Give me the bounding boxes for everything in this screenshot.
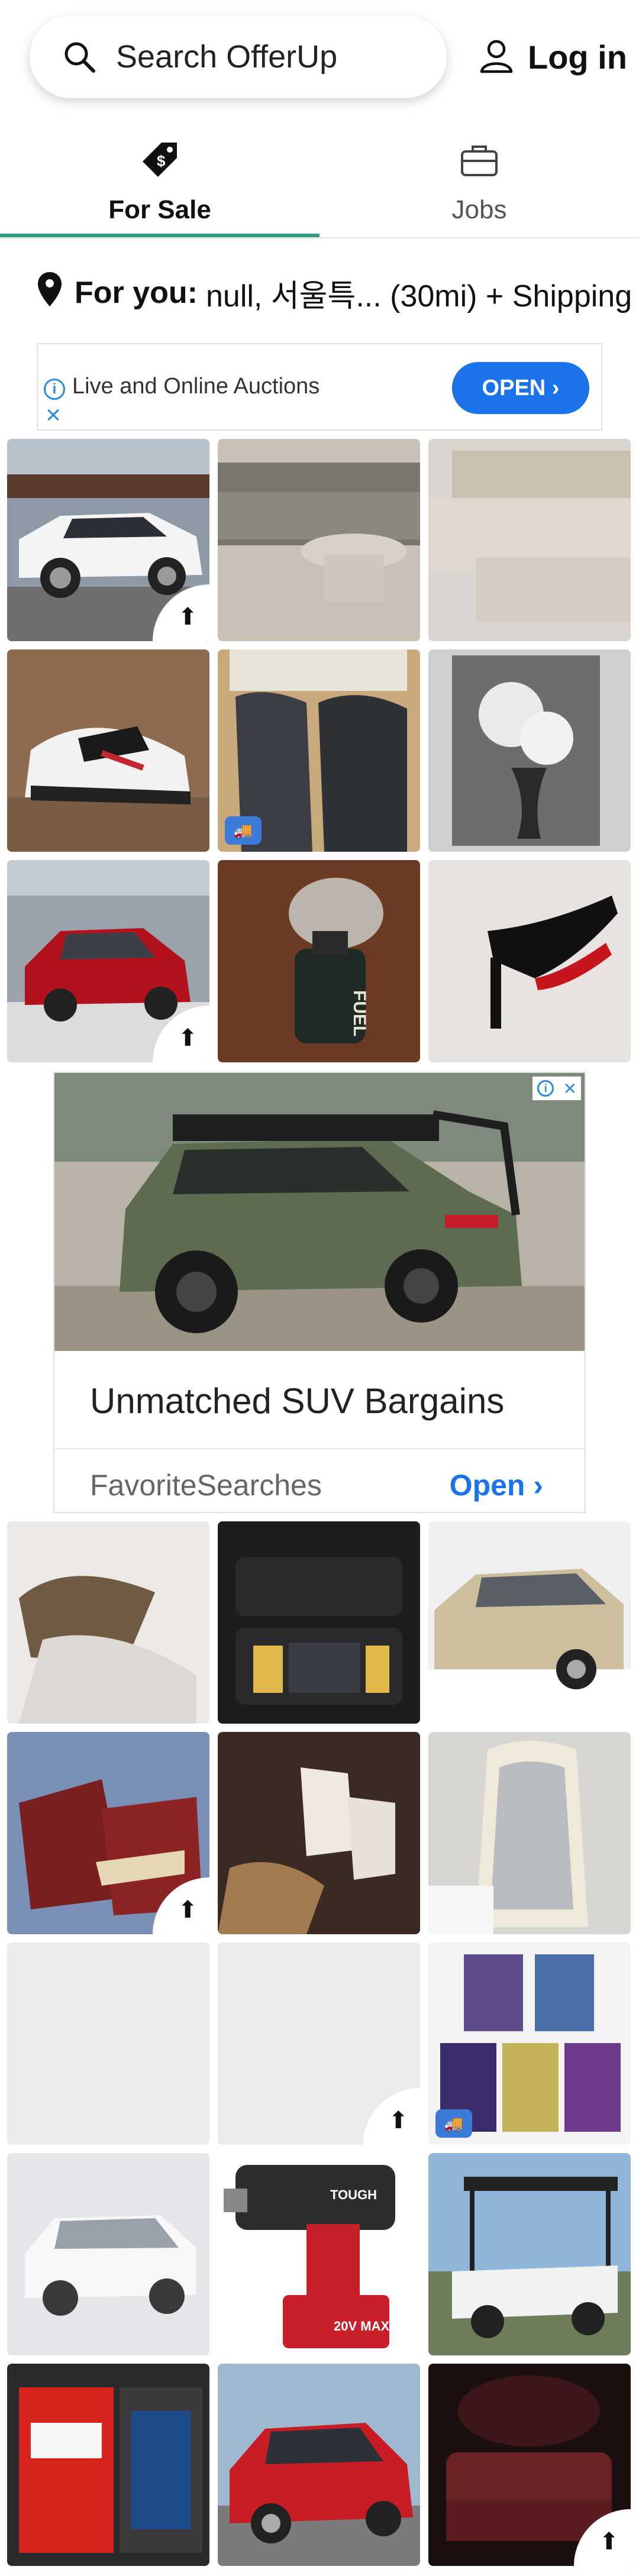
ad-choices[interactable]: i ×: [532, 1077, 581, 1100]
bump-badge: ⬆: [363, 2088, 420, 2145]
bump-arrow-icon: ⬆: [178, 1025, 198, 1051]
listing-card-funko-pops[interactable]: 🚚: [428, 1942, 631, 2145]
listing-photo: [428, 1521, 631, 1724]
tab-label: For Sale: [108, 195, 211, 224]
listing-photo: [218, 1521, 420, 1724]
listing-card-red-sofa[interactable]: ⬆: [428, 2364, 631, 2566]
svg-text:$: $: [157, 152, 166, 170]
ad-info-icon[interactable]: i: [537, 1080, 554, 1097]
listing-photo: [7, 649, 209, 852]
listing-photo: [218, 1732, 420, 1934]
listing-photo: [428, 649, 631, 852]
ad-title: Live and Online Auctions: [72, 374, 320, 399]
login-button[interactable]: Log in: [478, 33, 627, 80]
listing-photo: [428, 860, 631, 1062]
listing-card-switch-case[interactable]: [218, 1521, 420, 1724]
ad-open-button[interactable]: Open ›: [450, 1468, 543, 1502]
listing-card-beige-sectional[interactable]: [428, 439, 631, 641]
location-selector[interactable]: For you: null, 서울특... (30mi) + Shipping: [37, 269, 632, 316]
listing-photo: [218, 2153, 420, 2355]
listing-card-impact-wrench[interactable]: TOUGH 20V MAX: [218, 2153, 420, 2355]
listing-card-vase-art[interactable]: [428, 649, 631, 852]
listing-card-ornate-mirror[interactable]: [428, 1732, 631, 1934]
location-pin-icon: [37, 271, 63, 315]
ad-advertiser: FavoriteSearches: [90, 1469, 322, 1502]
listing-card-red-sedan[interactable]: [218, 2364, 420, 2566]
banner-ad[interactable]: i Live and Online Auctions × OPEN ›: [37, 343, 602, 431]
listing-card-sectional-couch[interactable]: [218, 439, 420, 641]
listing-photo: [428, 2153, 631, 2355]
listing-card-sandals[interactable]: ⬆: [7, 1732, 209, 1934]
ad-close-icon[interactable]: ×: [564, 1078, 576, 1099]
listing-card-sneakers[interactable]: [7, 649, 209, 852]
listing-photo: [7, 2153, 209, 2355]
listing-card-golf-cart[interactable]: [428, 2153, 631, 2355]
app-header: Search OfferUp Log in: [0, 0, 639, 118]
location-label: For you:: [75, 276, 198, 310]
category-tabs: $ For Sale Jobs: [0, 130, 639, 238]
listing-photo: [218, 860, 420, 1062]
listing-card-gold-car[interactable]: [428, 1521, 631, 1724]
ad-close-icon[interactable]: ×: [41, 402, 65, 428]
login-label: Log in: [528, 38, 627, 76]
listing-card-white-boots[interactable]: [218, 1732, 420, 1934]
bump-arrow-icon: ⬆: [178, 1897, 198, 1923]
bump-arrow-icon: ⬆: [178, 604, 198, 630]
bump-arrow-icon: ⬆: [388, 2108, 408, 2134]
drill-brand-label: TOUGH: [330, 2187, 377, 2202]
divider: [54, 1448, 585, 1449]
tab-jobs[interactable]: Jobs: [320, 130, 639, 238]
bump-arrow-icon: ⬆: [599, 2529, 619, 2555]
drill-battery-label: 20V MAX: [334, 2319, 390, 2333]
ad-open-button[interactable]: OPEN ›: [452, 362, 589, 414]
native-ad[interactable]: i × Unmatched SUV Bargains FavoriteSearc…: [53, 1072, 586, 1513]
search-placeholder: Search OfferUp: [116, 39, 338, 75]
listing-card-handbag[interactable]: [7, 1521, 209, 1724]
listing-photo: [218, 439, 420, 641]
ad-headline[interactable]: Unmatched SUV Bargains: [90, 1381, 504, 1421]
listing-card-placeholder[interactable]: [7, 1942, 209, 2145]
listing-photo: [218, 2364, 420, 2566]
briefcase-icon: [456, 136, 503, 183]
listing-card-red-car[interactable]: ⬆: [7, 860, 209, 1062]
listing-card-white-suv[interactable]: [7, 2153, 209, 2355]
listing-card-fuel-bottle[interactable]: FUEL: [218, 860, 420, 1062]
tab-for-sale[interactable]: $ For Sale: [0, 130, 320, 238]
location-value: null, 서울특... (30mi) + Shipping: [205, 279, 632, 313]
truck-icon: 🚚: [225, 816, 262, 845]
listing-photo: [7, 1521, 209, 1724]
ad-photo-suv: [54, 1073, 585, 1351]
listing-card-red-heels[interactable]: [428, 860, 631, 1062]
user-icon: [478, 37, 515, 77]
divider: [0, 237, 639, 238]
listing-card-slides[interactable]: 🚚: [218, 649, 420, 852]
tab-label: Jobs: [451, 195, 507, 224]
ad-info-icon[interactable]: i: [44, 379, 65, 400]
price-tag-icon: $: [136, 136, 183, 183]
search-icon: [60, 38, 98, 76]
search-bar[interactable]: Search OfferUp: [30, 15, 447, 98]
listing-card-placeholder[interactable]: ⬆: [218, 1942, 420, 2145]
truck-icon: 🚚: [435, 2109, 472, 2138]
listing-card-white-sedan[interactable]: ⬆: [7, 439, 209, 641]
listing-photo: [428, 439, 631, 641]
fuel-bottle-label: FUEL: [350, 990, 369, 1037]
listing-card-nintendo-switch[interactable]: [7, 2364, 209, 2566]
listing-photo: [428, 1732, 631, 1934]
listing-photo: [7, 2364, 209, 2566]
